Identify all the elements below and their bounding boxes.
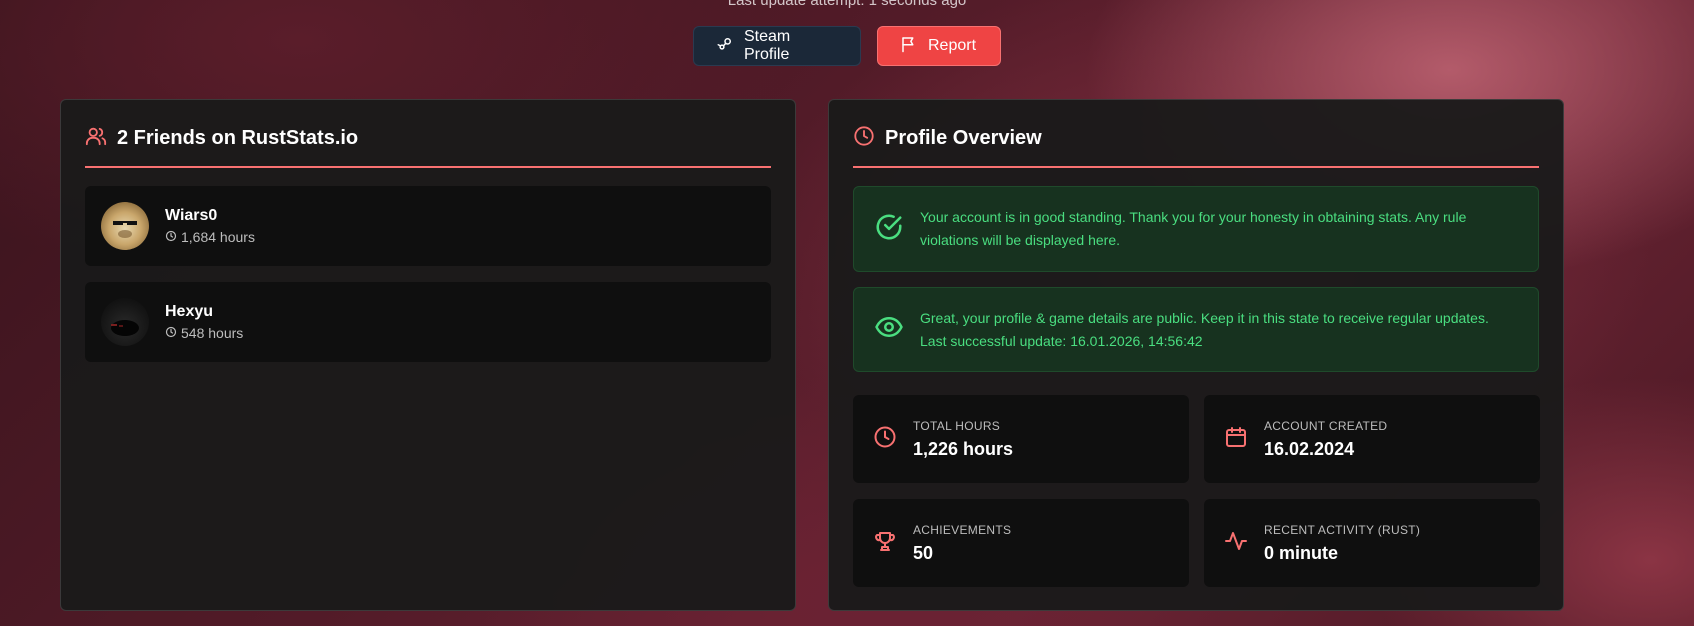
steam-icon bbox=[716, 35, 734, 58]
stat-value: 1,226 hours bbox=[913, 438, 1014, 459]
public-profile-text: Great, your profile & game details are p… bbox=[920, 309, 1489, 326]
activity-icon bbox=[1224, 529, 1248, 558]
stat-value: 16.02.2024 bbox=[1264, 438, 1355, 459]
clock-icon bbox=[165, 325, 177, 341]
steam-profile-label: Steam Profile bbox=[744, 28, 791, 63]
friend-name: Wiars0 bbox=[165, 207, 218, 224]
avatar bbox=[101, 202, 149, 250]
stat-achievements: ACHIEVEMENTS 50 bbox=[853, 499, 1189, 587]
friend-hours: 548 hours bbox=[165, 325, 243, 341]
friends-title: 2 Friends on RustStats.io bbox=[117, 126, 359, 149]
standing-text: Your account is in good standing. Thank … bbox=[920, 209, 1467, 248]
avatar bbox=[101, 298, 149, 346]
profile-overview-panel: Profile Overview Your account is in good… bbox=[828, 99, 1564, 611]
friends-panel: 2 Friends on RustStats.io Wiars0 1,684 h… bbox=[60, 99, 796, 611]
check-circle-icon bbox=[874, 212, 904, 247]
friend-hours: 1,684 hours bbox=[165, 229, 255, 245]
top-buttons: Steam Profile Report bbox=[0, 26, 1694, 66]
steam-profile-button[interactable]: Steam Profile bbox=[693, 26, 861, 66]
stat-value: 0 minute bbox=[1264, 542, 1339, 563]
stat-total-hours: TOTAL HOURS 1,226 hours bbox=[853, 395, 1189, 483]
overview-panel-header: Profile Overview bbox=[853, 124, 1539, 168]
eye-icon bbox=[874, 312, 904, 347]
clock-icon bbox=[873, 425, 897, 454]
stat-label: RECENT ACTIVITY (RUST) bbox=[1264, 522, 1421, 537]
stat-label: ACCOUNT CREATED bbox=[1264, 418, 1388, 433]
clock-icon bbox=[165, 229, 177, 245]
report-label: Report bbox=[928, 37, 977, 54]
calendar-icon bbox=[1224, 425, 1248, 454]
last-successful-update: Last successful update: 16.01.2026, 14:5… bbox=[920, 332, 1203, 349]
stat-label: ACHIEVEMENTS bbox=[913, 522, 1012, 537]
stat-account-created: ACCOUNT CREATED 16.02.2024 bbox=[1204, 395, 1540, 483]
friend-name: Hexyu bbox=[165, 303, 214, 320]
stat-label: TOTAL HOURS bbox=[913, 418, 1001, 433]
last-update-text: Last update attempt: 1 seconds ago bbox=[727, 0, 967, 9]
flag-icon bbox=[900, 35, 918, 58]
public-profile-alert: Great, your profile & game details are p… bbox=[853, 287, 1539, 372]
trophy-icon bbox=[873, 529, 897, 558]
friend-card[interactable]: Wiars0 1,684 hours bbox=[85, 186, 771, 266]
overview-title: Profile Overview bbox=[885, 126, 1042, 149]
clock-icon bbox=[853, 125, 875, 152]
friend-card[interactable]: Hexyu 548 hours bbox=[85, 282, 771, 362]
stat-recent-activity: RECENT ACTIVITY (RUST) 0 minute bbox=[1204, 499, 1540, 587]
friend-hours-value: 1,684 hours bbox=[181, 229, 255, 245]
standing-alert: Your account is in good standing. Thank … bbox=[853, 186, 1539, 272]
stat-value: 50 bbox=[913, 542, 934, 563]
friend-hours-value: 548 hours bbox=[181, 325, 244, 341]
users-icon bbox=[85, 125, 107, 152]
report-button[interactable]: Report bbox=[877, 26, 1001, 66]
friends-panel-header: 2 Friends on RustStats.io bbox=[85, 124, 771, 168]
